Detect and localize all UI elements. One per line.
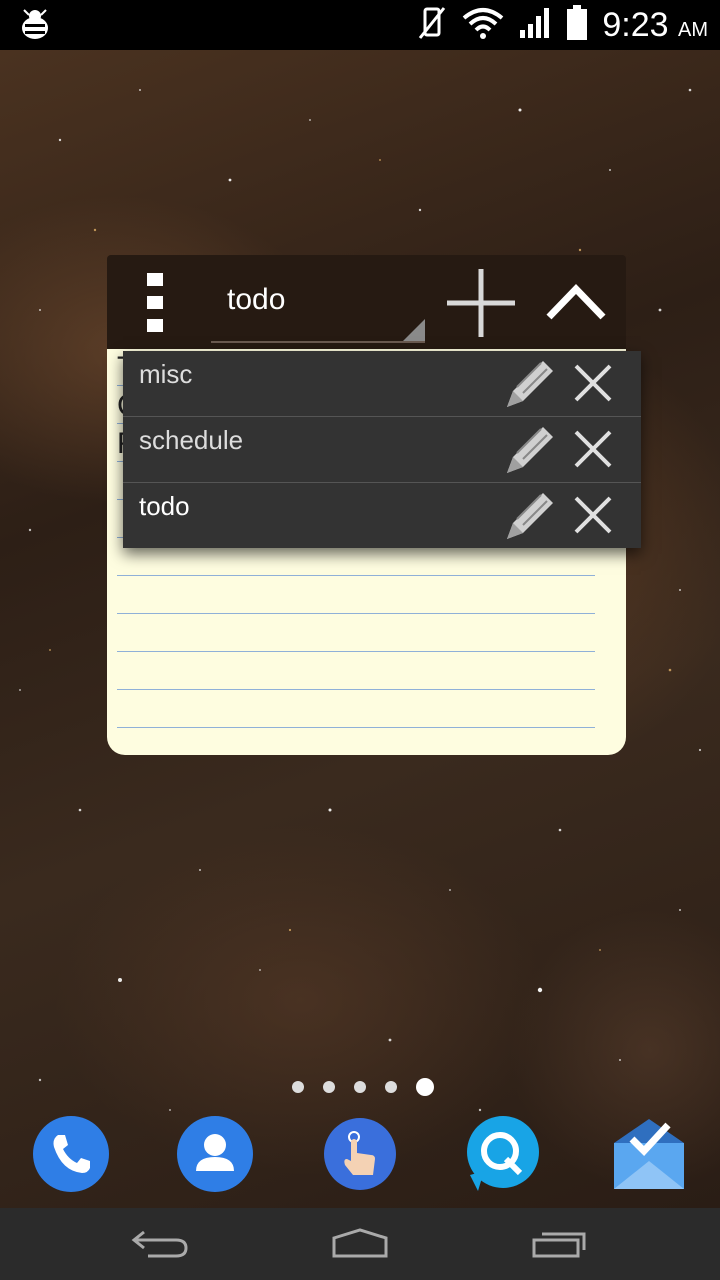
home-icon[interactable] <box>328 1224 392 1264</box>
mute-vibrate-icon <box>416 6 448 45</box>
spinner-arrow-icon <box>403 319 425 341</box>
rule-line <box>117 575 595 576</box>
page-dot <box>354 1081 366 1093</box>
close-icon[interactable] <box>573 429 613 469</box>
page-indicator <box>292 1078 434 1096</box>
dropdown-item-todo[interactable]: todo <box>123 483 641 548</box>
list-spinner[interactable]: todo <box>211 271 425 343</box>
battery-icon <box>566 4 588 46</box>
wifi-icon <box>462 6 504 45</box>
close-icon[interactable] <box>573 495 613 535</box>
debug-icon <box>18 8 52 47</box>
q-chat-icon[interactable] <box>464 1115 542 1193</box>
gesture-app-icon[interactable] <box>321 1115 399 1193</box>
navigation-bar <box>0 1208 720 1280</box>
rule-line <box>117 727 595 728</box>
pencil-icon[interactable] <box>503 423 557 477</box>
page-dot-active <box>416 1078 434 1096</box>
dropdown-item-label: misc <box>139 359 193 389</box>
dropdown-item-schedule[interactable]: schedule <box>123 417 641 483</box>
contacts-icon[interactable] <box>176 1115 254 1193</box>
rule-line <box>117 689 595 690</box>
widget-header: todo <box>107 255 626 349</box>
page-dot <box>323 1081 335 1093</box>
status-time-value: 9:23 <box>602 5 669 44</box>
chevron-up-icon[interactable] <box>545 279 607 327</box>
dropdown-item-misc[interactable]: misc <box>123 351 641 417</box>
back-icon[interactable] <box>128 1224 192 1264</box>
page-dot <box>292 1081 304 1093</box>
selected-list-label: todo <box>227 283 286 316</box>
list-dropdown: misc schedule todo <box>123 351 641 548</box>
dock <box>0 1110 720 1202</box>
status-bar: 9:23 AM <box>0 0 720 50</box>
plus-icon[interactable] <box>445 267 517 339</box>
dropdown-item-label: todo <box>139 491 190 521</box>
page-dot <box>385 1081 397 1093</box>
close-icon[interactable] <box>573 363 613 403</box>
status-clock: 9:23 AM <box>602 6 708 45</box>
overflow-menu-icon[interactable] <box>147 273 163 333</box>
inbox-icon[interactable] <box>610 1115 688 1193</box>
phone-icon[interactable] <box>32 1115 110 1193</box>
pencil-icon[interactable] <box>503 489 557 543</box>
rule-line <box>117 651 595 652</box>
status-am-pm: AM <box>678 18 708 41</box>
rule-line <box>117 613 595 614</box>
signal-icon <box>518 6 552 45</box>
pencil-icon[interactable] <box>503 357 557 411</box>
recents-icon[interactable] <box>528 1224 592 1264</box>
dropdown-item-label: schedule <box>139 425 244 455</box>
status-right: 9:23 AM <box>416 0 708 50</box>
